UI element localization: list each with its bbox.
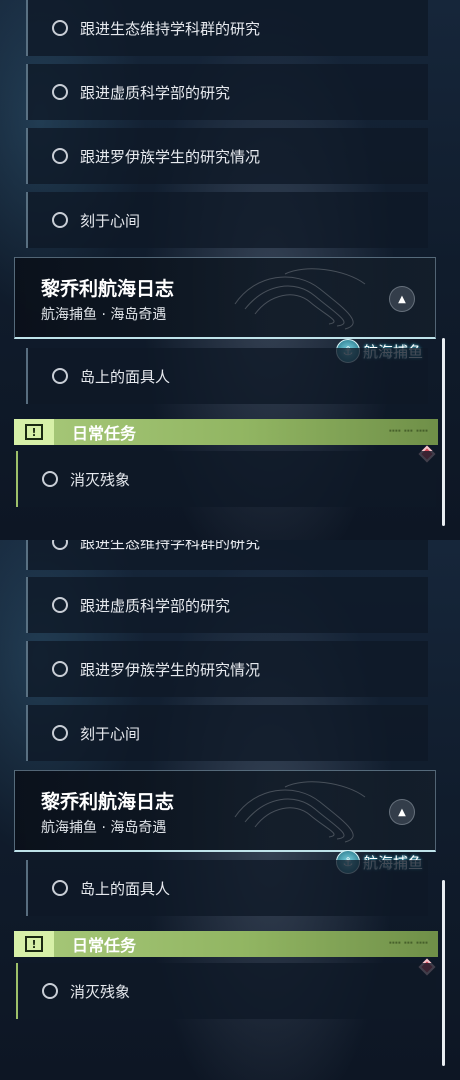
quest-task-item[interactable]: 跟进罗伊族学生的研究情况 [26, 641, 428, 697]
decorative-pattern: ▪▪▪▪ ▪▪▪ ▪▪▪▪ [388, 940, 428, 946]
task-status-circle-icon [52, 725, 68, 741]
scrollbar[interactable] [442, 338, 445, 526]
task-label: 跟进罗伊族学生的研究情况 [80, 147, 261, 166]
daily-task-item[interactable]: 消灭残象 [16, 963, 436, 1019]
quest-subtitle: 航海捕鱼 · 海岛奇遇 [41, 820, 167, 836]
task-status-circle-icon [52, 661, 68, 677]
task-label: 消灭残象 [70, 470, 131, 489]
alert-square-icon: ! [14, 419, 54, 445]
task-label: 跟进生态维持学科群的研究 [80, 540, 261, 552]
quest-header[interactable]: 黎乔利航海日志 航海捕鱼 · 海岛奇遇 ▲ [14, 770, 436, 852]
quest-task-item[interactable]: 跟进生态维持学科群的研究 [26, 0, 428, 56]
task-label: 刻于心间 [80, 211, 141, 230]
daily-task-item[interactable]: 消灭残象 [16, 451, 436, 507]
quest-task-item[interactable]: 岛上的面具人 [26, 348, 428, 404]
task-status-circle-icon [52, 597, 68, 613]
daily-quest-label: 日常任务 [72, 936, 137, 955]
scrollbar[interactable] [442, 880, 445, 1066]
task-label: 刻于心间 [80, 724, 141, 743]
daily-quest-header[interactable]: ! 日常任务 ▪▪▪▪ ▪▪▪ ▪▪▪▪ [14, 419, 438, 445]
task-label: 消灭残象 [70, 982, 131, 1001]
task-label: 岛上的面具人 [80, 879, 171, 898]
alert-square-icon: ! [14, 931, 54, 957]
quest-title: 黎乔利航海日志 [41, 278, 175, 300]
quest-task-item[interactable]: 跟进罗伊族学生的研究情况 [26, 128, 428, 184]
task-status-circle-icon [52, 880, 68, 896]
task-status-circle-icon [52, 148, 68, 164]
task-status-circle-icon [52, 540, 68, 550]
quest-subtitle: 航海捕鱼 · 海岛奇遇 [41, 307, 167, 323]
quest-task-item[interactable]: 刻于心间 [26, 705, 428, 761]
task-label: 跟进罗伊族学生的研究情况 [80, 660, 261, 679]
quest-title: 黎乔利航海日志 [41, 791, 175, 813]
task-status-circle-icon [52, 84, 68, 100]
task-status-circle-icon [42, 983, 58, 999]
task-status-circle-icon [52, 368, 68, 384]
task-status-circle-icon [42, 471, 58, 487]
quest-task-item[interactable]: 跟进虚质科学部的研究 [26, 577, 428, 633]
task-status-circle-icon [52, 20, 68, 36]
task-status-circle-icon [52, 212, 68, 228]
daily-quest-header[interactable]: ! 日常任务 ▪▪▪▪ ▪▪▪ ▪▪▪▪ [14, 931, 438, 957]
task-label: 岛上的面具人 [80, 367, 171, 386]
task-label: 跟进生态维持学科群的研究 [80, 19, 261, 38]
quest-header[interactable]: 黎乔利航海日志 航海捕鱼 · 海岛奇遇 ▲ [14, 257, 436, 339]
quest-task-item[interactable]: 岛上的面具人 [26, 860, 428, 916]
daily-quest-label: 日常任务 [72, 424, 137, 443]
quest-tracker-panel-bottom: 跟进生态维持学科群的研究 跟进虚质科学部的研究 跟进罗伊族学生的研究情况 刻于心… [0, 540, 460, 1080]
task-label: 跟进虚质科学部的研究 [80, 596, 231, 615]
chevron-up-icon[interactable]: ▲ [389, 286, 415, 312]
topographic-pattern [234, 781, 366, 843]
decorative-pattern: ▪▪▪▪ ▪▪▪ ▪▪▪▪ [388, 428, 428, 434]
quest-tracker-panel-top: 跟进生态维持学科群的研究 跟进虚质科学部的研究 跟进罗伊族学生的研究情况 刻于心… [0, 0, 460, 540]
quest-task-item[interactable]: 跟进虚质科学部的研究 [26, 64, 428, 120]
topographic-pattern [234, 268, 366, 330]
task-label: 跟进虚质科学部的研究 [80, 83, 231, 102]
quest-task-item-partial[interactable]: 跟进生态维持学科群的研究 [26, 540, 428, 570]
chevron-up-icon[interactable]: ▲ [389, 799, 415, 825]
quest-task-item[interactable]: 刻于心间 [26, 192, 428, 248]
